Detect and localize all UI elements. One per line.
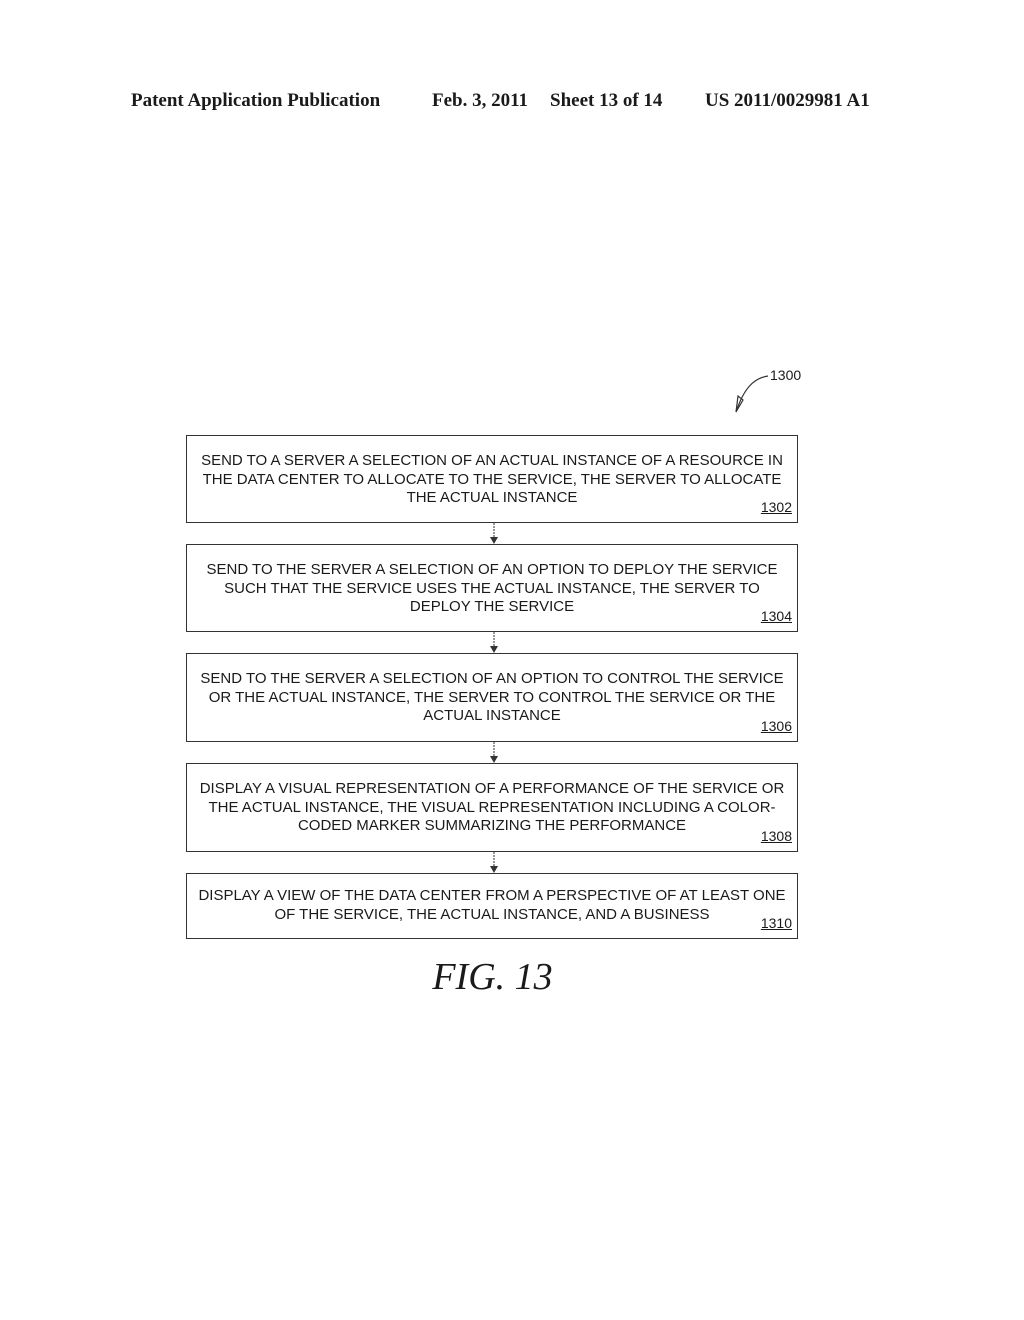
publication-label: Patent Application Publication bbox=[131, 90, 381, 111]
patent-header: Patent Application Publication Feb. 3, 2… bbox=[0, 90, 1024, 114]
step-text: SEND TO THE SERVER A SELECTION OF AN OPT… bbox=[206, 561, 778, 615]
sheet-number: Sheet 13 of 14 bbox=[550, 90, 663, 111]
patent-number: US 2011/0029981 A1 bbox=[705, 90, 870, 111]
reference-leader-arrow-icon bbox=[735, 375, 769, 413]
flow-arrow-icon bbox=[490, 523, 498, 544]
publication-date: Feb. 3, 2011 bbox=[432, 90, 529, 111]
flow-arrow-icon bbox=[490, 852, 498, 873]
step-text: DISPLAY A VISUAL REPRESENTATION OF A PER… bbox=[199, 780, 785, 834]
step-number: 1308 bbox=[760, 827, 792, 844]
flow-step-1304: SEND TO THE SERVER A SELECTION OF AN OPT… bbox=[186, 544, 798, 632]
flow-step-1310: DISPLAY A VIEW OF THE DATA CENTER FROM A… bbox=[186, 873, 798, 939]
diagram-reference-number: 1300 bbox=[770, 367, 802, 383]
figure-caption: FIG. 13 bbox=[432, 956, 553, 998]
flow-step-1306: SEND TO THE SERVER A SELECTION OF AN OPT… bbox=[186, 653, 798, 742]
step-number: 1310 bbox=[760, 914, 792, 931]
flow-arrow-icon bbox=[490, 742, 498, 763]
flow-step-1308: DISPLAY A VISUAL REPRESENTATION OF A PER… bbox=[186, 763, 798, 852]
step-text: DISPLAY A VIEW OF THE DATA CENTER FROM A… bbox=[198, 887, 786, 923]
flow-arrow-icon bbox=[490, 632, 498, 653]
flow-step-1302: SEND TO A SERVER A SELECTION OF AN ACTUA… bbox=[186, 435, 798, 523]
step-number: 1302 bbox=[760, 498, 792, 515]
step-text: SEND TO THE SERVER A SELECTION OF AN OPT… bbox=[200, 670, 784, 724]
step-number: 1306 bbox=[760, 717, 792, 734]
step-text: SEND TO A SERVER A SELECTION OF AN ACTUA… bbox=[201, 452, 783, 506]
step-number: 1304 bbox=[760, 607, 792, 624]
